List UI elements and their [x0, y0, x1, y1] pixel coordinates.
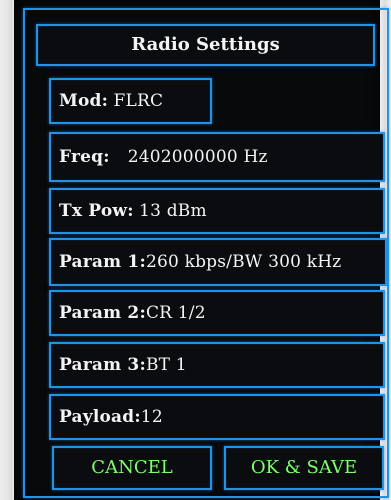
param2-value: CR 1/2: [145, 302, 206, 323]
save-button-label: OK & SAVE: [250, 457, 358, 478]
save-button[interactable]: OK & SAVE: [224, 446, 384, 490]
payload-field[interactable]: Payload: 12: [49, 394, 385, 440]
display-screen: Radio Settings Mod: FLRC Freq: 2402000000…: [14, 0, 389, 500]
freq-label: Freq:: [59, 146, 110, 167]
param3-value: BT 1: [145, 354, 187, 375]
payload-value: 12: [140, 406, 163, 427]
mod-label: Mod:: [59, 90, 109, 111]
mod-value: FLRC: [113, 90, 164, 111]
param2-field[interactable]: Param 2: CR 1/2: [49, 290, 385, 336]
param3-label: Param 3:: [59, 354, 146, 375]
cancel-button[interactable]: CANCEL: [52, 446, 212, 490]
param3-field[interactable]: Param 3: BT 1: [49, 342, 385, 388]
txpow-label: Tx Pow:: [59, 200, 134, 221]
title-text: Radio Settings: [131, 34, 280, 55]
cancel-button-label: CANCEL: [91, 457, 173, 478]
param1-label: Param 1:: [59, 251, 146, 272]
param1-value: 260 kbps/BW 300 kHz: [145, 251, 342, 272]
txpow-value: 13 dBm: [139, 200, 207, 221]
freq-value: 2402000000 Hz: [127, 146, 268, 167]
payload-label: Payload:: [59, 406, 141, 427]
param2-label: Param 2:: [59, 302, 146, 323]
param1-field[interactable]: Param 1: 260 kbps/BW 300 kHz: [49, 238, 387, 286]
page-title: Radio Settings: [36, 24, 375, 66]
freq-field[interactable]: Freq: 2402000000 Hz: [49, 132, 385, 182]
mod-field[interactable]: Mod: FLRC: [49, 78, 212, 124]
txpow-field[interactable]: Tx Pow: 13 dBm: [49, 188, 385, 234]
